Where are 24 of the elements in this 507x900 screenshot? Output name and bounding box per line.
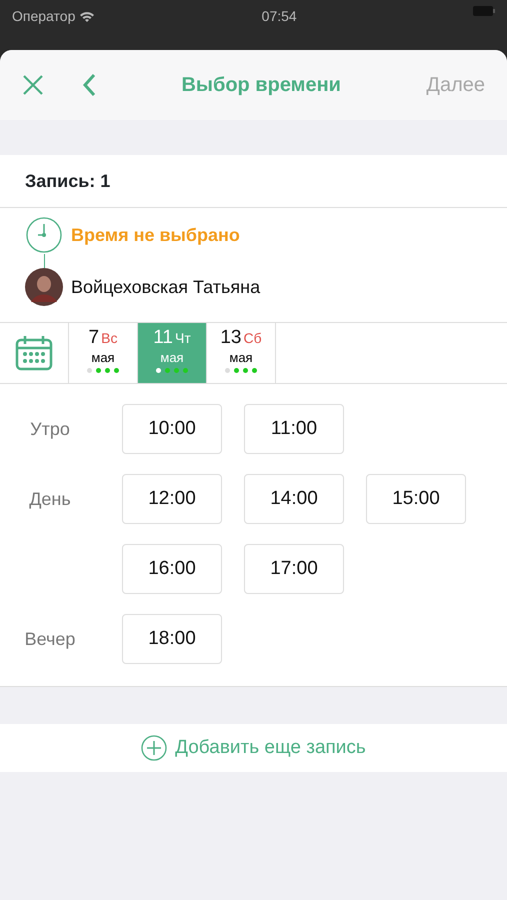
back-icon[interactable] (82, 73, 96, 97)
time-group-label: День (29, 489, 71, 509)
time-slot-button[interactable]: 14:00 (244, 474, 344, 524)
time-slot-button[interactable]: 11:00 (244, 404, 344, 454)
time-slot-button[interactable]: 17:00 (244, 544, 344, 594)
record-title: Запись: 1 (25, 170, 110, 192)
carrier-label: Оператор (12, 7, 76, 26)
time-slot-button[interactable]: 15:00 (366, 474, 466, 524)
calendar-icon[interactable] (15, 335, 53, 371)
wifi-icon (79, 10, 96, 22)
time-group-label: Утро (30, 419, 70, 439)
screen-title: Выбор времени (181, 74, 341, 96)
plus-icon (141, 735, 168, 761)
avatar (25, 268, 63, 306)
time-slot-button[interactable]: 18:00 (122, 614, 222, 664)
time-status: Время не выбрано (71, 224, 240, 247)
close-icon[interactable] (22, 74, 44, 96)
time-slot-button[interactable]: 10:00 (122, 404, 222, 454)
battery-icon (473, 6, 495, 16)
status-time: 07:54 (262, 7, 297, 26)
master-name: Войцеховская Татьяна (71, 276, 260, 299)
time-slot-button[interactable]: 12:00 (122, 474, 222, 524)
time-group-label: Вечер (24, 629, 76, 649)
time-slot-button[interactable]: 16:00 (122, 544, 222, 594)
